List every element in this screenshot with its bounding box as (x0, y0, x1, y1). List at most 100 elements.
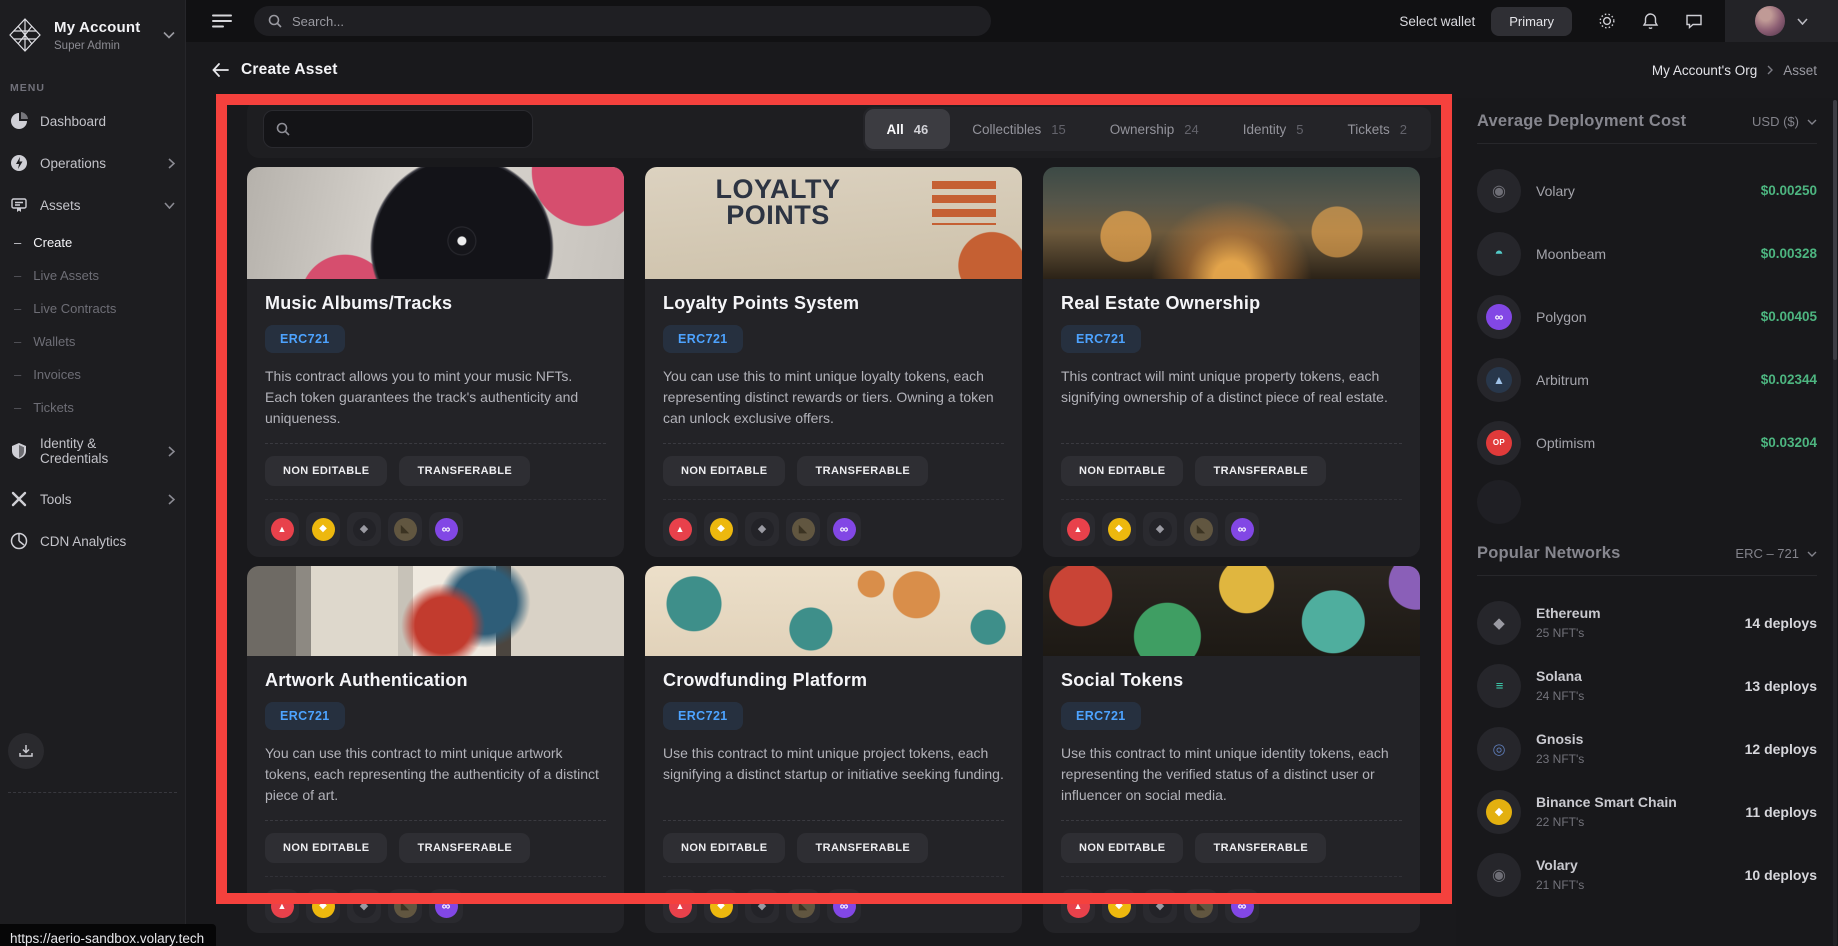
avalanche-icon[interactable]: ▲ (1061, 889, 1095, 923)
page-title: Create Asset (241, 61, 338, 79)
card-title: Crowdfunding Platform (663, 670, 1004, 691)
tab-collectibles[interactable]: Collectibles15 (950, 109, 1088, 149)
currency-selector[interactable]: USD ($) (1752, 114, 1817, 129)
assets-icon (10, 196, 28, 214)
contract-card-real-estate[interactable]: Real Estate Ownership ERC721 This contra… (1043, 167, 1420, 557)
theme-toggle-sun-icon[interactable] (1598, 12, 1616, 30)
dashboard-icon (10, 112, 28, 130)
select-wallet-label[interactable]: Select wallet (1399, 14, 1475, 29)
divider (663, 443, 1004, 444)
divider (663, 876, 1004, 877)
fantom-icon[interactable]: ◣ (1184, 512, 1218, 546)
breadcrumb-org[interactable]: My Account's Org (1652, 63, 1757, 78)
shield-icon (10, 442, 28, 460)
wallet-primary-button[interactable]: Primary (1491, 7, 1572, 36)
avalanche-icon[interactable]: ▲ (1061, 512, 1095, 546)
avalanche-icon[interactable]: ▲ (663, 889, 697, 923)
app-logo-icon (6, 16, 44, 54)
polygon-icon[interactable]: ∞ (827, 889, 861, 923)
polygon-icon[interactable]: ∞ (429, 889, 463, 923)
sidebar-item-assets[interactable]: Assets (0, 184, 185, 226)
sidebar-item-operations[interactable]: Operations (0, 142, 185, 184)
fantom-icon[interactable]: ◣ (1184, 889, 1218, 923)
scrollbar[interactable] (1833, 100, 1837, 946)
binance-icon[interactable]: ◆ (704, 889, 738, 923)
hamburger-menu-icon[interactable] (212, 14, 232, 28)
sidebar-item-tools[interactable]: Tools (0, 478, 185, 520)
download-button[interactable] (8, 733, 44, 769)
contract-card-loyalty[interactable]: LOYALTY POINTS Loyalty Points System ERC… (645, 167, 1022, 557)
ethereum-icon[interactable]: ◆ (347, 889, 381, 923)
contract-card-music[interactable]: Music Albums/Tracks ERC721 This contract… (247, 167, 624, 557)
non-editable-badge: NON EDITABLE (265, 456, 387, 486)
sidebar-item-wallets[interactable]: Wallets (0, 325, 185, 358)
cost-row-moonbeam: ◓ Moonbeam $0.00328 (1477, 222, 1817, 285)
fantom-icon[interactable]: ◣ (388, 889, 422, 923)
back-arrow-icon[interactable] (212, 63, 229, 77)
tab-identity[interactable]: Identity5 (1221, 109, 1326, 149)
polygon-icon[interactable]: ∞ (429, 512, 463, 546)
asset-search-input[interactable] (298, 122, 508, 137)
avalanche-icon[interactable]: ▲ (265, 889, 299, 923)
ethereum-icon[interactable]: ◆ (347, 512, 381, 546)
notifications-bell-icon[interactable] (1642, 12, 1659, 30)
breadcrumb-page: Asset (1783, 63, 1817, 78)
fantom-icon[interactable]: ◣ (388, 512, 422, 546)
binance-icon[interactable]: ◆ (1102, 889, 1136, 923)
contract-card-social-tokens[interactable]: Social Tokens ERC721 Use this contract t… (1043, 566, 1420, 933)
tab-tickets[interactable]: Tickets2 (1326, 109, 1430, 149)
sidebar-item-create[interactable]: Create (0, 226, 185, 259)
sidebar-item-tickets[interactable]: Tickets (0, 391, 185, 424)
sidebar-item-invoices[interactable]: Invoices (0, 358, 185, 391)
divider (265, 443, 606, 444)
divider (663, 499, 1004, 500)
fantom-icon[interactable]: ◣ (786, 512, 820, 546)
divider (1061, 820, 1402, 821)
asset-search[interactable] (263, 110, 533, 148)
sidebar-item-identity-credentials[interactable]: Identity & Credentials (0, 424, 185, 478)
sidebar-item-live-contracts[interactable]: Live Contracts (0, 292, 185, 325)
global-search[interactable] (254, 6, 991, 36)
ethereum-icon[interactable]: ◆ (745, 512, 779, 546)
network-chips: ▲ ◆ ◆ ◣ ∞ (663, 889, 1004, 923)
cost-row-volary: ◉ Volary $0.00250 (1477, 159, 1817, 222)
asset-toolbar: All46 Collectibles15 Ownership24 Identit… (247, 100, 1447, 158)
card-description: Use this contract to mint unique identit… (1061, 743, 1402, 806)
avalanche-icon[interactable]: ▲ (663, 512, 697, 546)
ethereum-icon[interactable]: ◆ (1143, 512, 1177, 546)
deployment-cost-title: Average Deployment Cost (1477, 112, 1686, 131)
page-header: Create Asset My Account's Org Asset (186, 42, 1838, 98)
non-editable-badge: NON EDITABLE (1061, 833, 1183, 863)
contract-card-crowdfunding[interactable]: Crowdfunding Platform ERC721 Use this co… (645, 566, 1022, 933)
tab-all[interactable]: All46 (865, 109, 951, 149)
card-description: This contract allows you to mint your mu… (265, 366, 606, 429)
binance-icon[interactable]: ◆ (306, 889, 340, 923)
messages-chat-icon[interactable] (1685, 13, 1703, 30)
user-menu[interactable] (1725, 0, 1838, 42)
binance-icon[interactable]: ◆ (1102, 512, 1136, 546)
cost-row-optimism: OP Optimism $0.03204 (1477, 411, 1817, 474)
fantom-icon[interactable]: ◣ (786, 889, 820, 923)
divider (265, 499, 606, 500)
polygon-icon[interactable]: ∞ (827, 512, 861, 546)
ethereum-icon: ◆ (1477, 601, 1521, 645)
tab-ownership[interactable]: Ownership24 (1088, 109, 1221, 149)
binance-icon[interactable]: ◆ (704, 512, 738, 546)
binance-icon[interactable]: ◆ (306, 512, 340, 546)
sidebar-item-live-assets[interactable]: Live Assets (0, 259, 185, 292)
avalanche-icon[interactable]: ▲ (265, 512, 299, 546)
transferable-badge: TRANSFERABLE (1195, 833, 1326, 863)
ethereum-icon[interactable]: ◆ (1143, 889, 1177, 923)
polygon-icon[interactable]: ∞ (1225, 889, 1259, 923)
search-input[interactable] (292, 14, 932, 29)
erc-filter-selector[interactable]: ERC – 721 (1735, 546, 1817, 561)
polygon-icon[interactable]: ∞ (1225, 512, 1259, 546)
card-title: Real Estate Ownership (1061, 293, 1402, 314)
sidebar-item-dashboard[interactable]: Dashboard (0, 100, 185, 142)
ethereum-icon[interactable]: ◆ (745, 889, 779, 923)
sidebar-item-cdn-analytics[interactable]: CDN Analytics (0, 520, 185, 562)
contract-card-artwork[interactable]: Artwork Authentication ERC721 You can us… (247, 566, 624, 933)
scrollbar-thumb[interactable] (1833, 100, 1837, 360)
account-switcher[interactable]: My Account Super Admin (0, 0, 185, 64)
transferable-badge: TRANSFERABLE (1195, 456, 1326, 486)
